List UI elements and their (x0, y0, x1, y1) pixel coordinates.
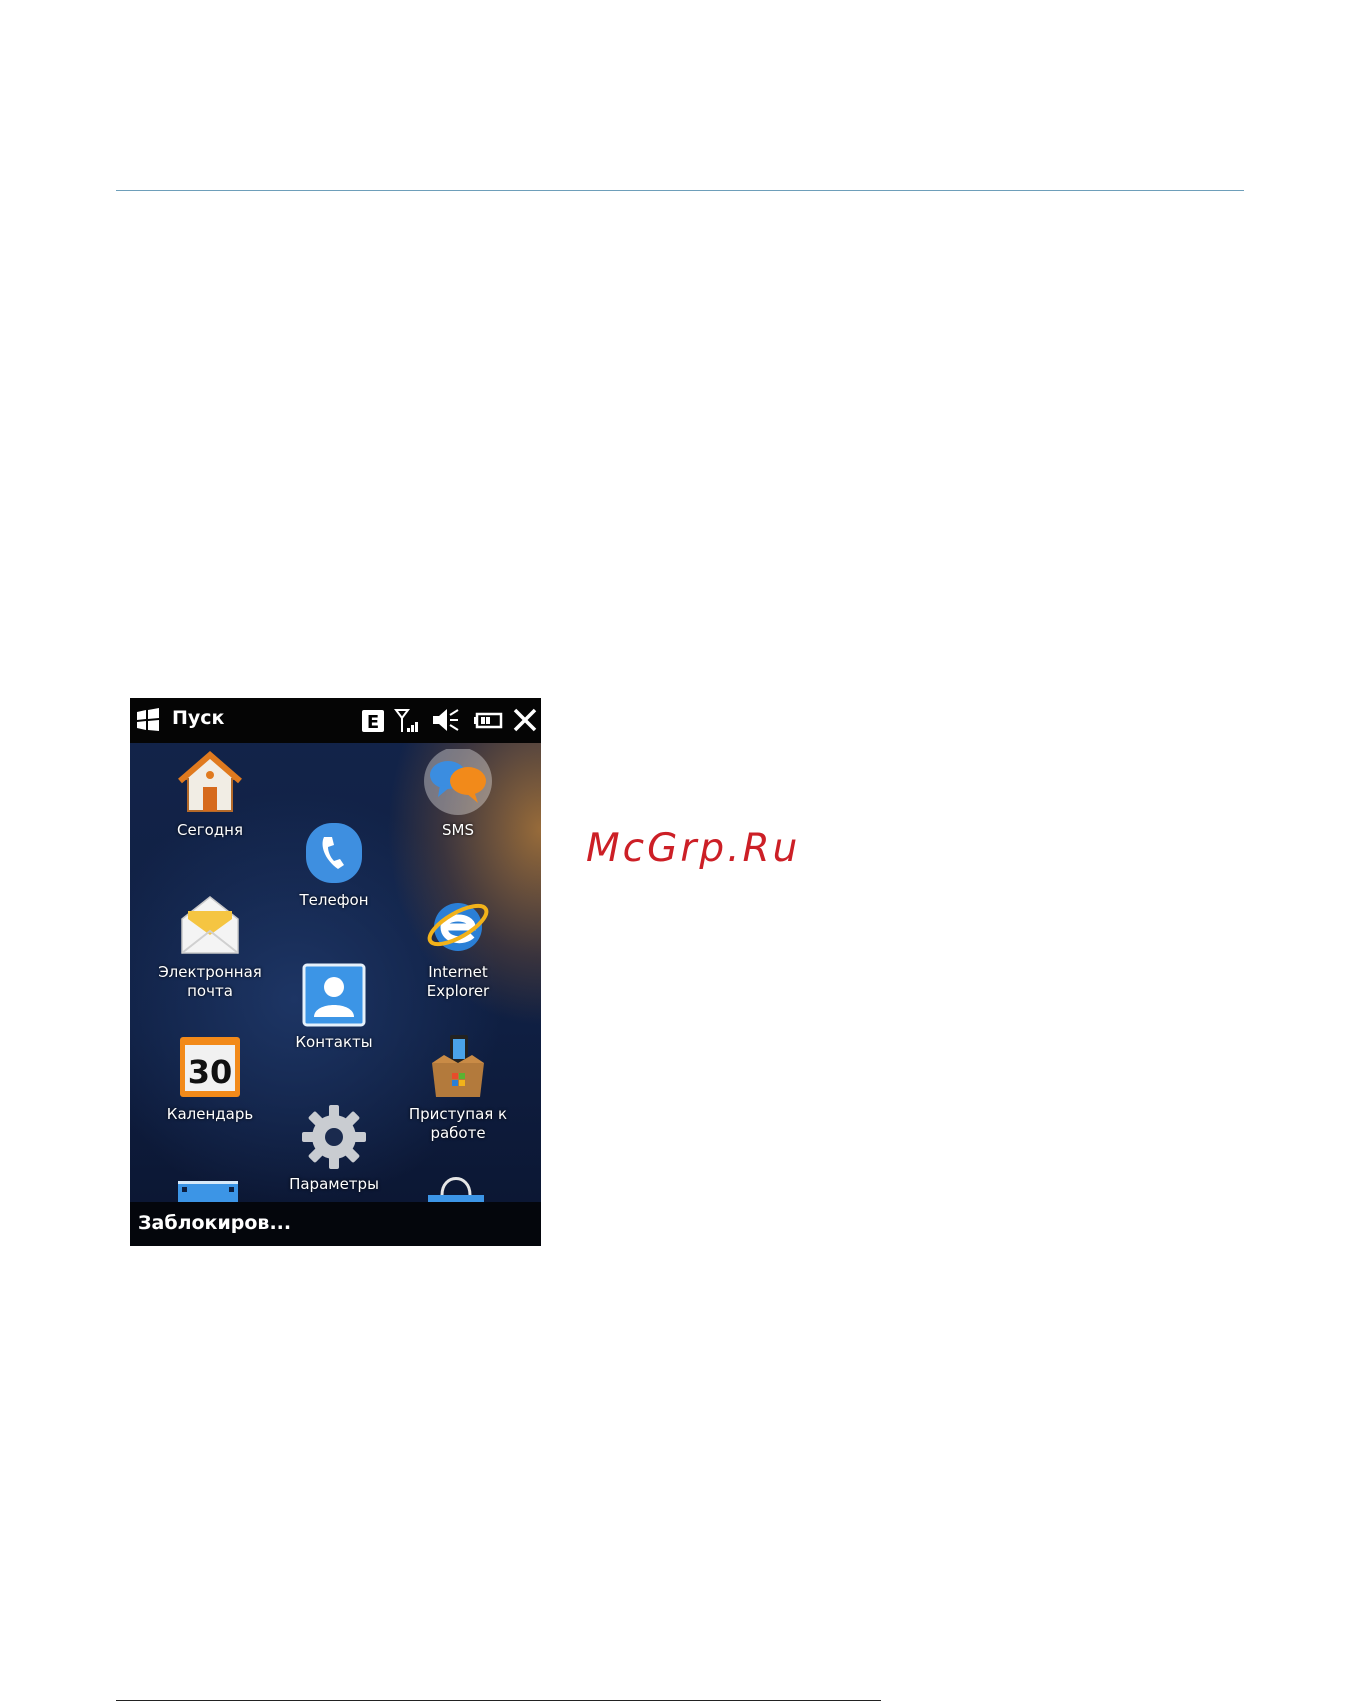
tile-label: Календарь (166, 1105, 254, 1123)
home-icon (178, 751, 242, 812)
gear-icon (302, 1105, 366, 1169)
start-menu-title[interactable]: Пуск (172, 707, 224, 729)
tile-label: Internet Explorer (426, 963, 490, 1000)
contact-card-icon (302, 963, 366, 1027)
calendar-day-text: 30 (188, 1053, 233, 1091)
softkey-lock-button[interactable]: Заблокиров... (138, 1212, 291, 1234)
network-badge-text: E (367, 712, 379, 733)
tile-sms[interactable]: SMS (396, 749, 520, 840)
tile-label: работе (430, 1124, 486, 1142)
tile-contacts[interactable]: Контакты (272, 961, 396, 1052)
tile-label: Телефон (299, 891, 369, 909)
tile-label: SMS (442, 821, 474, 839)
getting-started-box-icon (432, 1035, 484, 1097)
tile-email[interactable]: Электронная почта (148, 891, 272, 1001)
tile-label: почта (187, 982, 233, 1000)
status-bar: Пуск E (130, 698, 541, 743)
tile-label: Приступая к (408, 1105, 508, 1123)
tile-phone[interactable]: Телефон (272, 819, 396, 910)
bottom-divider (116, 1700, 881, 1701)
mail-envelope-icon (181, 896, 239, 954)
edge-network-icon[interactable]: E (360, 706, 386, 734)
tile-internet-explorer[interactable]: Internet Explorer (396, 891, 520, 1001)
tile-getting-started[interactable]: Приступая к работе (396, 1033, 520, 1143)
tile-calendar[interactable]: 30 Календарь (148, 1033, 272, 1124)
battery-icon[interactable] (474, 706, 504, 734)
tile-label: Параметры (289, 1175, 379, 1193)
watermark-text: McGrp.Ru (586, 826, 801, 871)
phone-handset-icon (306, 823, 362, 883)
tile-today[interactable]: Сегодня (148, 749, 272, 840)
calendar-icon: 30 (180, 1037, 240, 1097)
device-screen: Пуск E Сегодня SMS Телефон Электронная п… (130, 698, 541, 1246)
top-divider (116, 190, 1244, 191)
internet-explorer-icon (427, 903, 489, 951)
windows-start-icon[interactable] (134, 706, 162, 734)
close-icon[interactable] (511, 706, 539, 734)
tile-settings[interactable]: Параметры (272, 1103, 396, 1194)
speaker-muted-icon[interactable] (430, 706, 460, 734)
tile-label: Сегодня (177, 821, 243, 839)
media-player-icon[interactable] (174, 1177, 242, 1202)
chat-bubbles-icon (424, 749, 492, 815)
tile-label: Электронная (158, 963, 262, 981)
soft-key-bar: Заблокиров... (130, 1202, 541, 1246)
signal-strength-icon[interactable] (394, 706, 420, 734)
tile-label: Контакты (295, 1033, 373, 1051)
start-launcher: Сегодня SMS Телефон Электронная почта In… (130, 743, 541, 1202)
shopping-bag-icon[interactable] (422, 1175, 490, 1202)
